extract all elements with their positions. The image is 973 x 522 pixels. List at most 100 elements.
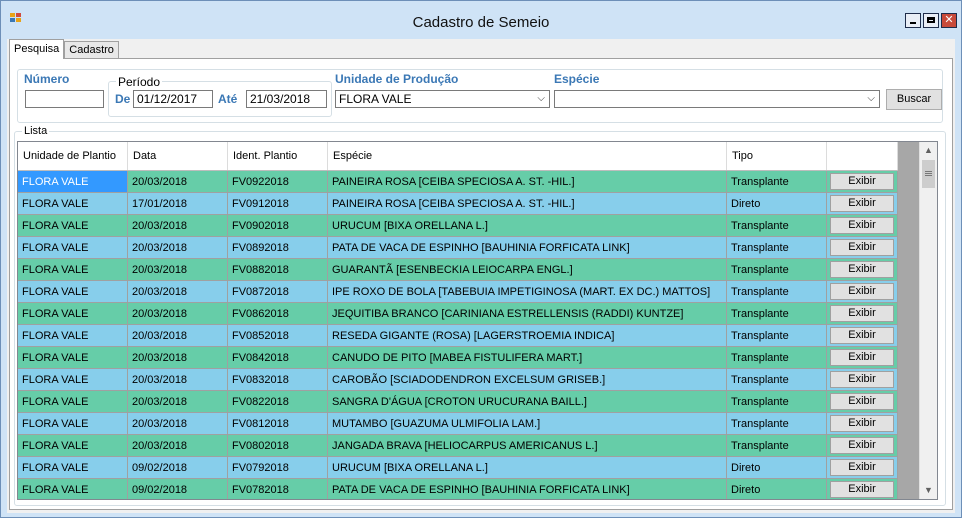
cell-data[interactable]: 20/03/2018 xyxy=(127,302,228,325)
exibir-button[interactable]: Exibir xyxy=(830,217,894,234)
cell-unidade[interactable]: FLORA VALE xyxy=(18,434,128,457)
cell-ident[interactable]: FV0852018 xyxy=(227,324,328,347)
cell-ident[interactable]: FV0892018 xyxy=(227,236,328,259)
cell-unidade[interactable]: FLORA VALE xyxy=(18,302,128,325)
cell-especie[interactable]: PATA DE VACA DE ESPINHO [BAUHINIA FORFIC… xyxy=(327,478,727,499)
cell-especie[interactable]: RESEDA GIGANTE (ROSA) [LAGERSTROEMIA IND… xyxy=(327,324,727,347)
cell-data[interactable]: 20/03/2018 xyxy=(127,214,228,237)
cell-data[interactable]: 20/03/2018 xyxy=(127,280,228,303)
cell-especie[interactable]: GUARANTÃ [ESENBECKIA LEIOCARPA ENGL.] xyxy=(327,258,727,281)
exibir-button[interactable]: Exibir xyxy=(830,393,894,410)
cell-especie[interactable]: CANUDO DE PITO [MABEA FISTULIFERA MART.] xyxy=(327,346,727,369)
table-row[interactable]: FLORA VALE 20/03/2018 FV0832018 CAROBÃO [SC… xyxy=(18,368,898,391)
cell-unidade[interactable]: FLORA VALE xyxy=(18,478,128,499)
cell-data[interactable]: 20/03/2018 xyxy=(127,412,228,435)
minimize-button[interactable] xyxy=(905,13,921,28)
cell-unidade[interactable]: FLORA VALE xyxy=(18,258,128,281)
cell-ident[interactable]: FV0812018 xyxy=(227,412,328,435)
column-header-unidade[interactable]: Unidade de Plantio xyxy=(18,142,128,171)
lista-grid[interactable]: Unidade de Plantio Data Ident. Plantio E… xyxy=(17,141,938,500)
cell-especie[interactable]: SANGRA D'ÁGUA [CROTON URUCURANA BAILL.] xyxy=(327,390,727,413)
cell-tipo[interactable]: Direto xyxy=(726,456,827,479)
ate-date-input[interactable]: 21/03/2018 xyxy=(246,90,327,108)
table-row[interactable]: FLORA VALE 20/03/2018 FV0842018 CANUDO DE P… xyxy=(18,346,898,369)
cell-data[interactable]: 20/03/2018 xyxy=(127,258,228,281)
cell-unidade[interactable]: FLORA VALE xyxy=(18,214,128,237)
table-row[interactable]: FLORA VALE 09/02/2018 FV0782018 PATA DE VAC… xyxy=(18,478,898,499)
cell-unidade[interactable]: FLORA VALE xyxy=(18,236,128,259)
table-row[interactable]: FLORA VALE 20/03/2018 FV0802018 JANGADA BRA… xyxy=(18,434,898,457)
cell-tipo[interactable]: Transplante xyxy=(726,236,827,259)
cell-tipo[interactable]: Transplante xyxy=(726,302,827,325)
cell-ident[interactable]: FV0822018 xyxy=(227,390,328,413)
chevron-down-icon[interactable]: ⌵ xyxy=(537,91,545,106)
table-row[interactable]: FLORA VALE 20/03/2018 FV0922018 PAINEIRA RO… xyxy=(18,170,898,193)
cell-especie[interactable]: PAINEIRA ROSA [CEIBA SPECIOSA A. ST. -HI… xyxy=(327,170,727,193)
cell-data[interactable]: 09/02/2018 xyxy=(127,478,228,499)
cell-unidade[interactable]: FLORA VALE xyxy=(18,324,128,347)
table-row[interactable]: FLORA VALE 20/03/2018 FV0872018 IPE ROXO DE… xyxy=(18,280,898,303)
exibir-button[interactable]: Exibir xyxy=(830,371,894,388)
cell-unidade[interactable]: FLORA VALE xyxy=(18,192,128,215)
table-row[interactable]: FLORA VALE 09/02/2018 FV0792018 URUCUM [BIX… xyxy=(18,456,898,479)
vertical-scrollbar[interactable]: ▲ ▼ xyxy=(919,142,937,499)
cell-data[interactable]: 20/03/2018 xyxy=(127,390,228,413)
cell-tipo[interactable]: Transplante xyxy=(726,346,827,369)
column-header-especie[interactable]: Espécie xyxy=(327,142,727,171)
cell-ident[interactable]: FV0912018 xyxy=(227,192,328,215)
cell-tipo[interactable]: Transplante xyxy=(726,280,827,303)
cell-data[interactable]: 17/01/2018 xyxy=(127,192,228,215)
cell-unidade[interactable]: FLORA VALE xyxy=(18,170,128,193)
chevron-down-icon[interactable]: ⌵ xyxy=(867,91,875,106)
cell-ident[interactable]: FV0842018 xyxy=(227,346,328,369)
cell-tipo[interactable]: Direto xyxy=(726,192,827,215)
table-row[interactable]: FLORA VALE 20/03/2018 FV0852018 RESEDA GIGA… xyxy=(18,324,898,347)
cell-ident[interactable]: FV0832018 xyxy=(227,368,328,391)
cell-ident[interactable]: FV0782018 xyxy=(227,478,328,499)
column-header-ident[interactable]: Ident. Plantio xyxy=(227,142,328,171)
cell-tipo[interactable]: Transplante xyxy=(726,324,827,347)
table-row[interactable]: FLORA VALE 20/03/2018 FV0902018 URUCUM [BIX… xyxy=(18,214,898,237)
cell-ident[interactable]: FV0882018 xyxy=(227,258,328,281)
cell-data[interactable]: 20/03/2018 xyxy=(127,346,228,369)
cell-data[interactable]: 20/03/2018 xyxy=(127,236,228,259)
cell-tipo[interactable]: Transplante xyxy=(726,258,827,281)
exibir-button[interactable]: Exibir xyxy=(830,437,894,454)
cell-unidade[interactable]: FLORA VALE xyxy=(18,346,128,369)
exibir-button[interactable]: Exibir xyxy=(830,349,894,366)
exibir-button[interactable]: Exibir xyxy=(830,261,894,278)
title-bar[interactable]: Cadastro de Semeio ✕ xyxy=(1,1,961,39)
cell-tipo[interactable]: Transplante xyxy=(726,434,827,457)
scroll-up-icon[interactable]: ▲ xyxy=(920,142,937,159)
maximize-button[interactable] xyxy=(923,13,939,28)
cell-especie[interactable]: URUCUM [BIXA ORELLANA L.] xyxy=(327,214,727,237)
cell-data[interactable]: 20/03/2018 xyxy=(127,324,228,347)
cell-data[interactable]: 09/02/2018 xyxy=(127,456,228,479)
exibir-button[interactable]: Exibir xyxy=(830,195,894,212)
cell-tipo[interactable]: Direto xyxy=(726,478,827,499)
cell-ident[interactable]: FV0902018 xyxy=(227,214,328,237)
column-header-data[interactable]: Data xyxy=(127,142,228,171)
cell-unidade[interactable]: FLORA VALE xyxy=(18,412,128,435)
cell-data[interactable]: 20/03/2018 xyxy=(127,368,228,391)
cell-ident[interactable]: FV0862018 xyxy=(227,302,328,325)
cell-especie[interactable]: IPE ROXO DE BOLA [TABEBUIA IMPETIGINOSA … xyxy=(327,280,727,303)
cell-ident[interactable]: FV0792018 xyxy=(227,456,328,479)
cell-especie[interactable]: CAROBÃO [SCIADODENDRON EXCELSUM GRISEB.] xyxy=(327,368,727,391)
exibir-button[interactable]: Exibir xyxy=(830,305,894,322)
cell-data[interactable]: 20/03/2018 xyxy=(127,170,228,193)
unidade-select[interactable]: FLORA VALE ⌵ xyxy=(335,90,550,108)
table-row[interactable]: FLORA VALE 20/03/2018 FV0812018 MUTAMBO [GU… xyxy=(18,412,898,435)
cell-ident[interactable]: FV0922018 xyxy=(227,170,328,193)
table-row[interactable]: FLORA VALE 20/03/2018 FV0892018 PATA DE VAC… xyxy=(18,236,898,259)
exibir-button[interactable]: Exibir xyxy=(830,327,894,344)
scroll-thumb[interactable] xyxy=(922,160,935,188)
column-header-tipo[interactable]: Tipo xyxy=(726,142,827,171)
exibir-button[interactable]: Exibir xyxy=(830,173,894,190)
cell-unidade[interactable]: FLORA VALE xyxy=(18,368,128,391)
numero-input[interactable] xyxy=(25,90,104,108)
cell-especie[interactable]: JANGADA BRAVA [HELIOCARPUS AMERICANUS L.… xyxy=(327,434,727,457)
especie-select[interactable]: ⌵ xyxy=(554,90,880,108)
exibir-button[interactable]: Exibir xyxy=(830,459,894,476)
table-row[interactable]: FLORA VALE 20/03/2018 FV0882018 GUARANTÃ [E… xyxy=(18,258,898,281)
